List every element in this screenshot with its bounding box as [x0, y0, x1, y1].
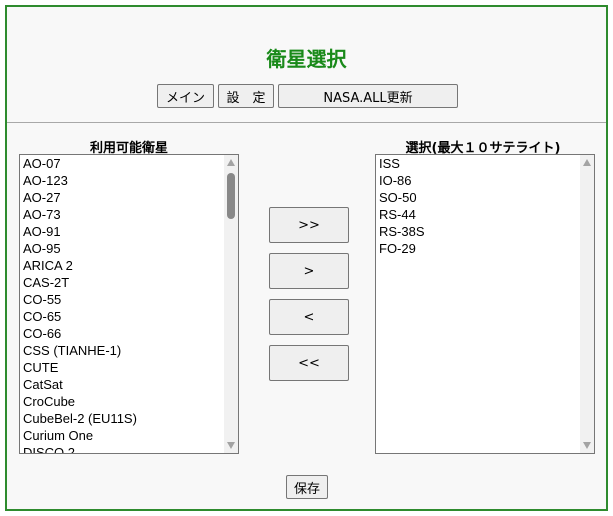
- available-satellites-list[interactable]: AO-07 AO-123 AO-27 AO-73 AO-91 AO-95 ARICA 2 CA…: [19, 154, 239, 454]
- scroll-up-arrow-icon[interactable]: [227, 159, 235, 166]
- add-all-button[interactable]: >>: [269, 207, 349, 243]
- list-item[interactable]: AO-123: [22, 172, 224, 189]
- scroll-down-arrow-icon[interactable]: [583, 442, 591, 449]
- list-item[interactable]: ISS: [378, 155, 580, 172]
- list-item[interactable]: CO-65: [22, 308, 224, 325]
- list-item[interactable]: SO-50: [378, 189, 580, 206]
- scroll-down-arrow-icon[interactable]: [227, 442, 235, 449]
- scroll-thumb[interactable]: [227, 173, 235, 219]
- list-item[interactable]: CroCube: [22, 393, 224, 410]
- list-item[interactable]: CUTE: [22, 359, 224, 376]
- list-item[interactable]: CO-66: [22, 325, 224, 342]
- list-item[interactable]: AO-91: [22, 223, 224, 240]
- selected-satellites-list[interactable]: ISS IO-86 SO-50 RS-44 RS-38S FO-29: [375, 154, 595, 454]
- available-list-scrollbar[interactable]: [224, 155, 238, 453]
- list-item[interactable]: IO-86: [378, 172, 580, 189]
- list-item[interactable]: FO-29: [378, 240, 580, 257]
- list-item[interactable]: CO-55: [22, 291, 224, 308]
- scroll-up-arrow-icon[interactable]: [583, 159, 591, 166]
- settings-button[interactable]: 設 定: [218, 84, 274, 108]
- remove-all-button[interactable]: <<: [269, 345, 349, 381]
- list-item[interactable]: CatSat: [22, 376, 224, 393]
- list-item[interactable]: CAS-2T: [22, 274, 224, 291]
- page-title: 衛星選択: [266, 47, 347, 71]
- list-item[interactable]: RS-38S: [378, 223, 580, 240]
- selected-list-scrollbar[interactable]: [580, 155, 594, 453]
- main-button[interactable]: メイン: [157, 84, 214, 108]
- list-item[interactable]: RS-44: [378, 206, 580, 223]
- list-item[interactable]: CubeBel-2 (EU11S): [22, 410, 224, 427]
- selected-items: ISS IO-86 SO-50 RS-44 RS-38S FO-29: [378, 155, 580, 257]
- list-item[interactable]: AO-07: [22, 155, 224, 172]
- satellite-select-panel: 衛星選択 メイン 設 定 NASA.ALL更新 利用可能衛星 AO-07 AO-1…: [5, 5, 608, 511]
- list-item[interactable]: AO-73: [22, 206, 224, 223]
- list-item[interactable]: Curium One: [22, 427, 224, 444]
- list-item[interactable]: AO-95: [22, 240, 224, 257]
- list-item[interactable]: CSS (TIANHE-1): [22, 342, 224, 359]
- remove-selected-button[interactable]: <: [269, 299, 349, 335]
- nasa-all-update-button[interactable]: NASA.ALL更新: [278, 84, 458, 108]
- add-selected-button[interactable]: >: [269, 253, 349, 289]
- list-item[interactable]: AO-27: [22, 189, 224, 206]
- list-item[interactable]: DISCO 2: [22, 444, 224, 453]
- section-divider: [7, 122, 606, 123]
- list-item[interactable]: ARICA 2: [22, 257, 224, 274]
- save-button[interactable]: 保存: [286, 475, 328, 499]
- available-items: AO-07 AO-123 AO-27 AO-73 AO-91 AO-95 ARICA 2 CA…: [22, 155, 224, 453]
